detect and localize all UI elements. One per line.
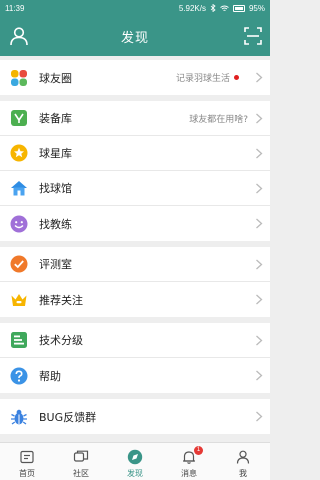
menu-item-label: 推荐关注 — [39, 293, 83, 307]
chevron-right-icon — [256, 370, 263, 381]
top-app-bar: 发现 — [0, 16, 270, 56]
menu-item-help[interactable]: 帮助 — [0, 358, 270, 393]
chevron-right-icon — [256, 335, 263, 346]
menu-item-friends-circle[interactable]: 球友圈 记录羽球生活 — [0, 60, 270, 95]
network-speed: 5.92K/s — [178, 3, 206, 13]
menu-item-bug-feedback[interactable]: BUG反馈群 — [0, 399, 270, 434]
menu-group: 技术分级 帮助 — [0, 323, 270, 393]
home-icon — [20, 450, 34, 464]
chevron-right-icon — [256, 183, 263, 194]
chevron-right-icon — [256, 218, 263, 229]
menu-item-find-venue[interactable]: 找球馆 — [0, 171, 270, 206]
menu-group: 球友圈 记录羽球生活 — [0, 60, 270, 95]
level-list-icon — [9, 330, 29, 350]
colorful-petals-icon — [9, 68, 29, 88]
unread-dot — [234, 75, 239, 80]
menu-item-label: 球友圈 — [39, 71, 72, 85]
wifi-icon — [220, 5, 229, 11]
tab-label: 消息 — [181, 469, 197, 478]
crown-icon — [9, 290, 29, 310]
tab-label: 我 — [239, 469, 247, 478]
star-icon — [9, 143, 29, 163]
menu-group: BUG反馈群 — [0, 399, 270, 434]
tab-label: 社区 — [73, 469, 89, 478]
menu-item-subtitle: 球友都在用啥? — [189, 114, 248, 125]
menu-group: 评测室 推荐关注 — [0, 247, 270, 317]
status-indicators: 5.92K/s 95% — [179, 4, 265, 13]
bottom-tab-bar: 首页 社区 发现 1 消息 我 — [0, 442, 270, 480]
menu-item-equipment[interactable]: 装备库 球友都在用啥? — [0, 101, 270, 136]
profile-icon[interactable] — [8, 25, 30, 47]
chevron-right-icon — [256, 148, 263, 159]
page-title: 发现 — [120, 30, 149, 46]
person-icon — [236, 450, 250, 464]
menu-item-recommended-follows[interactable]: 推荐关注 — [0, 282, 270, 317]
chevron-right-icon — [256, 72, 263, 83]
chevron-right-icon — [256, 113, 263, 124]
menu-item-subtitle: 记录羽球生活 — [175, 74, 230, 84]
chevron-right-icon — [256, 411, 263, 422]
bug-icon — [9, 407, 29, 427]
tab-discover[interactable]: 发现 — [108, 443, 162, 480]
status-bar: 11:39 5.92K/s 95% — [0, 0, 270, 16]
tab-label: 发现 — [127, 469, 143, 478]
scan-icon[interactable] — [244, 27, 262, 45]
menu-item-star-players[interactable]: 球星库 — [0, 136, 270, 171]
menu-item-label: 帮助 — [39, 369, 61, 383]
menu-item-review-room[interactable]: 评测室 — [0, 247, 270, 282]
discover-icon — [127, 449, 143, 465]
menu-item-label: 球星库 — [39, 147, 72, 160]
tab-community[interactable]: 社区 — [54, 443, 108, 480]
bluetooth-icon — [210, 4, 216, 12]
menu-item-label: 装备库 — [39, 112, 72, 125]
status-time: 11:39 — [5, 3, 25, 13]
menu-item-skill-level[interactable]: 技术分级 — [0, 323, 270, 358]
check-circle-icon — [9, 254, 29, 274]
battery-icon — [232, 4, 245, 12]
tab-me[interactable]: 我 — [216, 443, 270, 480]
menu-item-label: 技术分级 — [39, 334, 83, 347]
racket-box-icon — [9, 108, 29, 128]
chevron-right-icon — [256, 294, 263, 305]
menu-item-label: BUG反馈群 — [39, 410, 97, 424]
community-icon — [73, 450, 89, 462]
discover-menu: 球友圈 记录羽球生活 装备库 球友都在用啥? 球星库 找球馆 找教练 评测室 推… — [0, 56, 270, 436]
tab-label: 首页 — [19, 469, 35, 478]
house-icon — [9, 178, 29, 198]
tab-messages[interactable]: 1 消息 — [162, 443, 216, 480]
menu-item-label: 评测室 — [39, 258, 72, 271]
battery-level: 95% — [248, 3, 265, 13]
message-badge: 1 — [194, 446, 203, 455]
chevron-right-icon — [256, 259, 263, 270]
smiley-icon — [9, 214, 29, 234]
menu-group: 装备库 球友都在用啥? 球星库 找球馆 找教练 — [0, 101, 270, 241]
menu-item-label: 找教练 — [39, 217, 72, 231]
help-icon — [9, 366, 29, 386]
tab-home[interactable]: 首页 — [0, 443, 54, 480]
menu-item-label: 找球馆 — [39, 182, 72, 195]
menu-item-find-coach[interactable]: 找教练 — [0, 206, 270, 241]
